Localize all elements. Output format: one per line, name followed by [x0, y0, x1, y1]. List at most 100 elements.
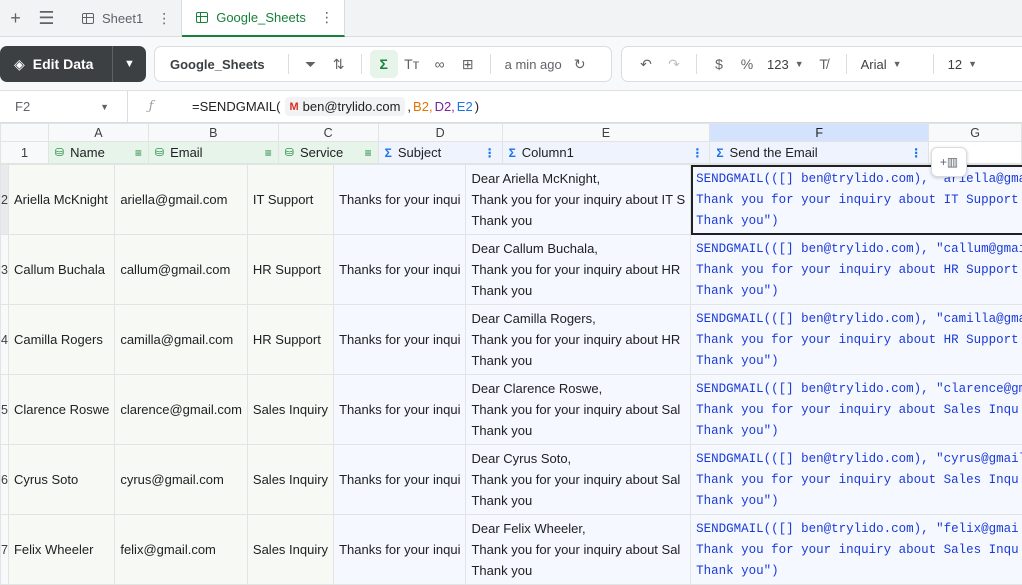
more-icon[interactable]: ⋮	[484, 146, 496, 160]
table-row: 4Camilla Rogerscamilla@gmail.comHR Suppo…	[1, 305, 1022, 375]
cell-name[interactable]: Callum Buchala	[8, 235, 114, 305]
cell-column1[interactable]: Dear Camilla Rogers,Thank you for your i…	[466, 305, 691, 375]
cell-column1[interactable]: Dear Felix Wheeler,Thank you for your in…	[466, 515, 691, 585]
column-header[interactable]: C	[278, 124, 378, 142]
cell-line: Thank you	[471, 211, 685, 231]
cell-subject[interactable]: Thanks for your inqui	[334, 375, 466, 445]
cell-email[interactable]: clarence@gmail.com	[115, 375, 248, 445]
cell-service[interactable]: Sales Inquiry	[247, 445, 333, 515]
cell-name[interactable]: Clarence Roswe	[8, 375, 114, 445]
select-all-corner[interactable]	[1, 124, 49, 142]
chevron-down-icon: ▼	[968, 59, 977, 69]
cell-service[interactable]: HR Support	[247, 305, 333, 375]
cell-service[interactable]: HR Support	[247, 235, 333, 305]
cell-name[interactable]: Camilla Rogers	[8, 305, 114, 375]
sum-icon[interactable]: Σ	[370, 50, 398, 78]
table-row: 3Callum Buchalacallum@gmail.comHR Suppor…	[1, 235, 1022, 305]
filter-icon[interactable]: ⏷	[297, 50, 325, 78]
cell-email[interactable]: callum@gmail.com	[115, 235, 248, 305]
row-number[interactable]: 2	[1, 165, 9, 235]
column-header[interactable]: F	[710, 124, 929, 142]
text-format-icon[interactable]: Tт	[398, 50, 426, 78]
sort-icon[interactable]: ⇅	[325, 50, 353, 78]
column-header[interactable]: E	[502, 124, 710, 142]
column-header[interactable]: B	[148, 124, 278, 142]
cell-column1[interactable]: Dear Callum Buchala,Thank you for your i…	[466, 235, 691, 305]
cell-service[interactable]: Sales Inquiry	[247, 515, 333, 585]
cell-subject[interactable]: Thanks for your inqui	[334, 165, 466, 235]
tab-google-sheets[interactable]: Google_Sheets ⋮	[182, 0, 345, 37]
column-header[interactable]: G	[929, 124, 1022, 142]
filter-icon[interactable]: ≡	[135, 146, 142, 160]
gmail-account-chip[interactable]: M ben@trylido.com	[285, 97, 406, 116]
add-column-button[interactable]: +▥	[931, 147, 967, 177]
cell-send-email[interactable]: SENDGMAIL(([] ben@trylido.com), "felix@g…	[691, 515, 1022, 585]
field-header-service[interactable]: ⛁Service≡	[278, 142, 378, 164]
refresh-icon[interactable]: ↻	[566, 50, 594, 78]
cell-column1[interactable]: Dear Clarence Roswe,Thank you for your i…	[466, 375, 691, 445]
cell-email[interactable]: camilla@gmail.com	[115, 305, 248, 375]
clear-format-icon[interactable]: T̸	[810, 50, 838, 78]
cell-send-email[interactable]: SENDGMAIL(([] ben@trylido.com), "camilla…	[691, 305, 1022, 375]
more-icon[interactable]: ⋮	[910, 146, 922, 160]
cell-subject[interactable]: Thanks for your inqui	[334, 235, 466, 305]
column-header[interactable]: A	[48, 124, 148, 142]
cell-send-email[interactable]: SENDGMAIL(([] ben@trylido.com), "clarenc…	[691, 375, 1022, 445]
undo-icon[interactable]: ↶	[632, 50, 660, 78]
cell-line: Thank you for your inquiry about Sal	[471, 400, 685, 420]
cell-email[interactable]: felix@gmail.com	[115, 515, 248, 585]
cell-line: SENDGMAIL(([] ben@trylido.com), "cyrus@g…	[696, 449, 1022, 469]
row-number[interactable]: 5	[1, 375, 9, 445]
cell-service[interactable]: IT Support	[247, 165, 333, 235]
cell-name[interactable]: Cyrus Soto	[8, 445, 114, 515]
row-number[interactable]: 6	[1, 445, 9, 515]
row-number[interactable]: 3	[1, 235, 9, 305]
edit-data-button[interactable]: ◈Edit Data ▼	[0, 46, 146, 82]
row-number[interactable]: 7	[1, 515, 9, 585]
formula-input[interactable]: =SENDGMAIL( M ben@trylido.com , B2, D2, …	[174, 97, 479, 116]
column-header[interactable]: D	[378, 124, 502, 142]
field-header-send-email[interactable]: ΣSend the Email⋮	[710, 142, 929, 164]
font-size-select[interactable]: 12▼	[942, 57, 983, 72]
tab-sheet1[interactable]: Sheet1 ⋮	[68, 0, 182, 36]
cell-send-email[interactable]: SENDGMAIL(([] ben@trylido.com), "cyrus@g…	[691, 445, 1022, 515]
cell-line: Thank you for your inquiry about HR Supp…	[696, 330, 1022, 350]
row-number[interactable]: 4	[1, 305, 9, 375]
percent-format-button[interactable]: %	[733, 50, 761, 78]
filter-icon[interactable]: ≡	[265, 146, 272, 160]
cell-name[interactable]: Ariella McKnight	[8, 165, 114, 235]
row-number[interactable]: 1	[1, 142, 49, 164]
cell-email[interactable]: ariella@gmail.com	[115, 165, 248, 235]
tab-more-icon[interactable]: ⋮	[157, 10, 171, 27]
chevron-down-icon[interactable]: ▼	[113, 58, 146, 70]
name-box[interactable]: F2 ▼	[0, 91, 128, 123]
cell-subject[interactable]: Thanks for your inqui	[334, 445, 466, 515]
filter-icon[interactable]: ≡	[365, 146, 372, 160]
link-icon[interactable]: ∞	[426, 50, 454, 78]
add-sheet-icon[interactable]: +	[0, 0, 31, 36]
tab-label: Sheet1	[102, 11, 143, 26]
column-header-row: A B C D E F G	[1, 124, 1022, 142]
cell-email[interactable]: cyrus@gmail.com	[115, 445, 248, 515]
redo-icon[interactable]: ↷	[660, 50, 688, 78]
font-family-select[interactable]: Arial▼	[855, 57, 925, 72]
sheet-table: A B C D E F G 1 ⛁Name≡ ⛁Email≡ ⛁Service≡…	[0, 123, 1022, 164]
cell-column1[interactable]: Dear Cyrus Soto,Thank you for your inqui…	[466, 445, 691, 515]
field-header-subject[interactable]: ΣSubject⋮	[378, 142, 502, 164]
cell-send-email[interactable]: SENDGMAIL(([] ben@trylido.com), "callum@…	[691, 235, 1022, 305]
all-sheets-menu-icon[interactable]: ☰	[31, 0, 62, 36]
cell-subject[interactable]: Thanks for your inqui	[334, 515, 466, 585]
number-format-select[interactable]: 123▼	[761, 57, 810, 72]
field-header-column1[interactable]: ΣColumn1⋮	[502, 142, 710, 164]
tab-more-icon[interactable]: ⋮	[320, 9, 334, 26]
cell-send-email[interactable]: SENDGMAIL(([] ben@trylido.com), "ariella…	[691, 165, 1022, 235]
cell-subject[interactable]: Thanks for your inqui	[334, 305, 466, 375]
automation-icon[interactable]: ⊞	[454, 50, 482, 78]
cell-column1[interactable]: Dear Ariella McKnight,Thank you for your…	[466, 165, 691, 235]
more-icon[interactable]: ⋮	[691, 146, 703, 160]
cell-name[interactable]: Felix Wheeler	[8, 515, 114, 585]
field-header-email[interactable]: ⛁Email≡	[148, 142, 278, 164]
field-header-name[interactable]: ⛁Name≡	[48, 142, 148, 164]
cell-service[interactable]: Sales Inquiry	[247, 375, 333, 445]
currency-format-button[interactable]: $	[705, 50, 733, 78]
